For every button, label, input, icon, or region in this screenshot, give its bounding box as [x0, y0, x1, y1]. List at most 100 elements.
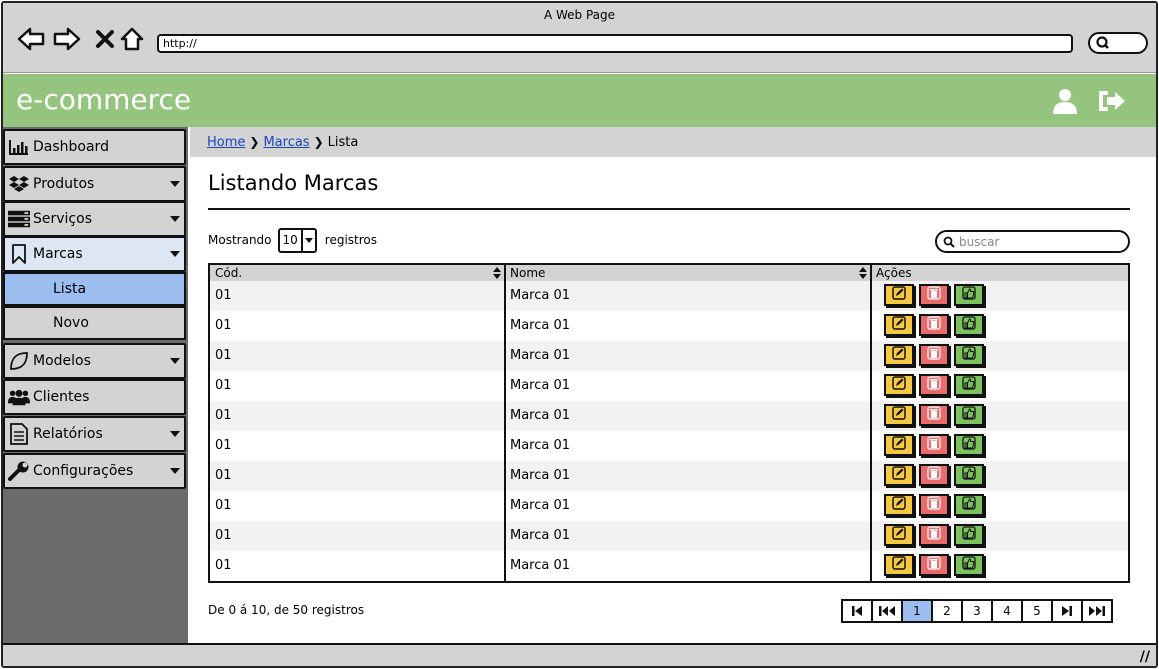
sidebar-item-label: Dashboard	[33, 139, 109, 155]
brand-logo[interactable]: e-commerce	[16, 83, 191, 116]
sidebar-item-configuracoes[interactable]: Configurações	[3, 453, 186, 489]
delete-button[interactable]	[919, 314, 949, 336]
sort-icon[interactable]	[859, 267, 867, 279]
search-input[interactable]	[959, 234, 1119, 249]
sidebar-item-modelos[interactable]: Modelos	[3, 343, 186, 379]
chevron-down-icon	[170, 251, 180, 257]
breadcrumb-home-link[interactable]: Home	[207, 135, 245, 150]
trash-icon	[927, 316, 941, 334]
sidebar-item-label: Marcas	[33, 246, 83, 262]
sidebar-subitem-novo[interactable]: Novo	[3, 306, 186, 340]
browser-search-field[interactable]	[1088, 32, 1148, 54]
delete-button[interactable]	[919, 434, 949, 456]
breadcrumb-marcas-link[interactable]: Marcas	[263, 135, 309, 150]
edit-button[interactable]	[884, 284, 914, 306]
edit-button[interactable]	[884, 404, 914, 426]
sort-icon[interactable]	[493, 267, 501, 279]
edit-button[interactable]	[884, 374, 914, 396]
delete-button[interactable]	[919, 554, 949, 576]
table-row: 01 Marca 01	[210, 431, 1128, 461]
trash-icon	[927, 406, 941, 424]
column-header-cod[interactable]: Cód.	[210, 265, 505, 281]
edit-icon	[892, 406, 906, 424]
delete-button[interactable]	[919, 344, 949, 366]
thumbs-up-icon	[962, 526, 976, 544]
delete-button[interactable]	[919, 464, 949, 486]
sidebar-item-relatorios[interactable]: Relatórios	[3, 416, 186, 452]
bar-chart-icon	[8, 137, 30, 157]
search-icon	[943, 236, 955, 248]
last-page-button[interactable]	[1081, 599, 1113, 623]
approve-button[interactable]	[954, 314, 984, 336]
page-button[interactable]: 3	[961, 599, 993, 623]
cell-nome: Marca 01	[510, 498, 571, 513]
edit-button[interactable]	[884, 434, 914, 456]
table-row: 01 Marca 01	[210, 371, 1128, 401]
previous-page-button[interactable]	[871, 599, 903, 623]
resize-grip-icon[interactable]: //	[1140, 649, 1150, 665]
edit-icon	[892, 286, 906, 304]
sidebar-item-produtos[interactable]: Produtos	[3, 166, 186, 202]
url-input[interactable]: http://	[157, 34, 1073, 53]
delete-button[interactable]	[919, 374, 949, 396]
edit-button[interactable]	[884, 524, 914, 546]
delete-button[interactable]	[919, 494, 949, 516]
page-button[interactable]: 1	[901, 599, 933, 623]
sidebar-item-servicos[interactable]: Serviços	[3, 201, 186, 237]
bookmark-icon	[8, 244, 30, 264]
approve-button[interactable]	[954, 464, 984, 486]
sidebar-item-dashboard[interactable]: Dashboard	[3, 129, 186, 165]
edit-icon	[892, 376, 906, 394]
cell-nome: Marca 01	[510, 348, 571, 363]
first-page-button[interactable]	[841, 599, 873, 623]
approve-button[interactable]	[954, 344, 984, 366]
edit-button[interactable]	[884, 494, 914, 516]
edit-button[interactable]	[884, 464, 914, 486]
approve-button[interactable]	[954, 434, 984, 456]
page-button[interactable]: 4	[991, 599, 1023, 623]
approve-button[interactable]	[954, 524, 984, 546]
sidebar: Dashboard Produtos Serviços Marcas Lista…	[3, 127, 188, 644]
trash-icon	[927, 436, 941, 454]
sidebar-item-label: Relatórios	[33, 426, 103, 442]
back-arrow-icon[interactable]	[17, 25, 45, 53]
approve-button[interactable]	[954, 404, 984, 426]
edit-button[interactable]	[884, 314, 914, 336]
row-actions	[884, 464, 984, 486]
approve-button[interactable]	[954, 284, 984, 306]
thumbs-up-icon	[962, 556, 976, 574]
edit-button[interactable]	[884, 554, 914, 576]
sidebar-item-label: Serviços	[33, 211, 92, 227]
home-icon[interactable]	[118, 25, 146, 53]
column-divider	[504, 265, 506, 581]
logout-icon[interactable]	[1097, 87, 1125, 115]
next-page-button[interactable]	[1051, 599, 1083, 623]
approve-button[interactable]	[954, 374, 984, 396]
column-header-nome[interactable]: Nome	[505, 265, 871, 281]
cell-cod: 01	[215, 528, 232, 543]
delete-button[interactable]	[919, 404, 949, 426]
page-button[interactable]: 5	[1021, 599, 1053, 623]
table-header: Cód. Nome Ações	[210, 265, 1128, 281]
chevron-down-icon	[300, 229, 315, 251]
trash-icon	[927, 496, 941, 514]
page-size-select[interactable]: 10	[277, 227, 317, 253]
forward-arrow-icon[interactable]	[53, 25, 81, 53]
sidebar-item-marcas[interactable]: Marcas	[3, 236, 186, 272]
approve-button[interactable]	[954, 494, 984, 516]
thumbs-up-icon	[962, 286, 976, 304]
user-icon[interactable]	[1051, 87, 1079, 115]
sidebar-subitem-lista[interactable]: Lista	[3, 272, 186, 306]
delete-button[interactable]	[919, 524, 949, 546]
chevron-down-icon	[170, 358, 180, 364]
page-button[interactable]: 2	[931, 599, 963, 623]
edit-button[interactable]	[884, 344, 914, 366]
users-icon	[8, 387, 30, 407]
delete-button[interactable]	[919, 284, 949, 306]
app-header: e-commerce	[3, 74, 1156, 127]
stop-icon[interactable]	[91, 25, 119, 53]
table-row: 01 Marca 01	[210, 401, 1128, 431]
sidebar-item-clientes[interactable]: Clientes	[3, 379, 186, 415]
approve-button[interactable]	[954, 554, 984, 576]
table-search-field[interactable]	[935, 230, 1130, 253]
